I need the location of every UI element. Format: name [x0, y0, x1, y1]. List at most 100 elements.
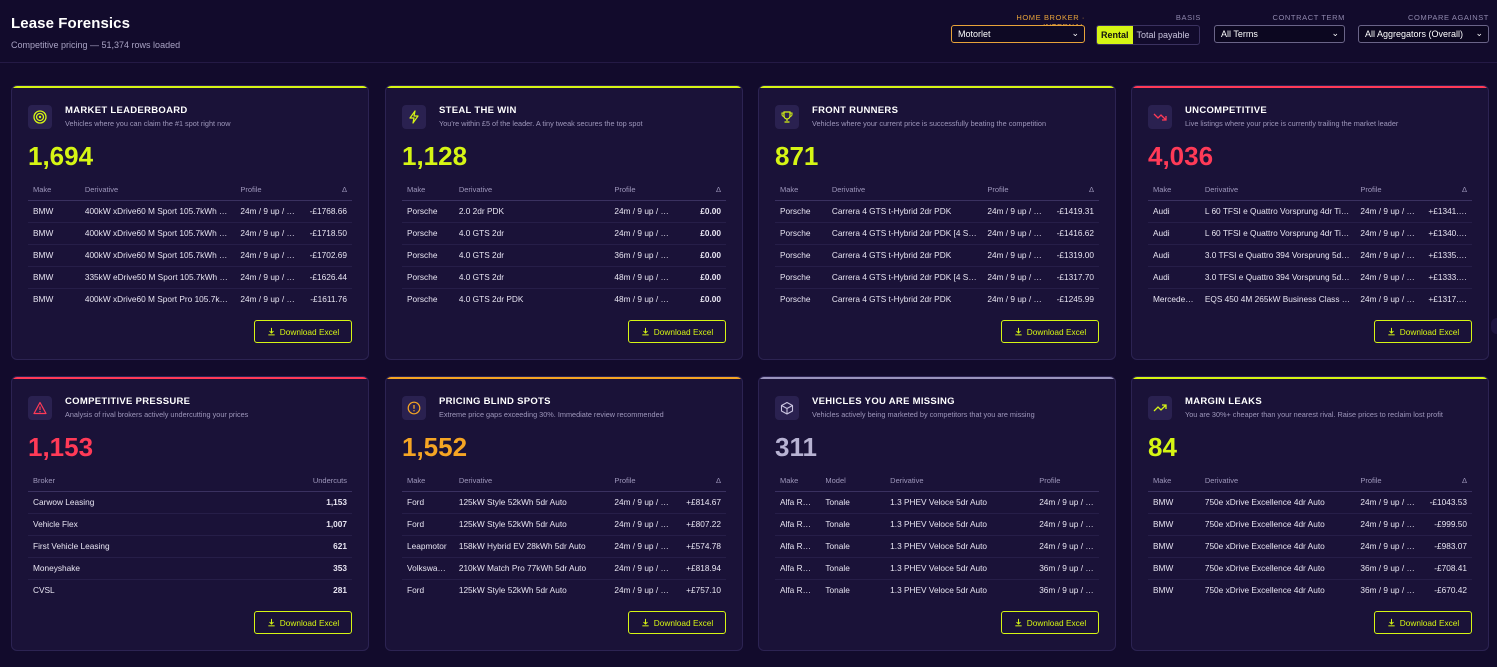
table-cell: £0.00: [677, 266, 726, 289]
table-row[interactable]: Audi L 60 TFSI e Quattro Vorsprung 4dr Ti…: [1148, 222, 1472, 245]
table-row[interactable]: Ford 125kW Style 52kWh 5dr Auto 24m / 9 up…: [402, 513, 726, 536]
download-excel-button[interactable]: Download Excel: [254, 320, 352, 343]
home-broker-select[interactable]: Motorlet ⌄: [951, 25, 1085, 43]
page-title: Lease Forensics: [11, 15, 131, 32]
table-cell: 24m / 9 up / 5000: [609, 557, 678, 580]
table-row[interactable]: BMW 400kW xDrive60 M Sport 105.7kWh 5dr A…: [28, 222, 352, 245]
table-row[interactable]: Porsche Carrera 4 GTS t-Hybrid 2dr PDK [4…: [775, 266, 1099, 289]
table-cell: 24m / 9 up / 8000: [982, 266, 1051, 289]
table-row[interactable]: Ford 125kW Style 52kWh 5dr Auto 24m / 9 up…: [402, 491, 726, 514]
table-cell: BMW: [1148, 535, 1200, 558]
card-table: Make Derivative Profile Δ BMW 750e xDrive Exc…: [1148, 471, 1472, 601]
table-cell: 36m / 9 up / 5000: [609, 244, 678, 267]
basis-option-total-payable[interactable]: Total payable: [1133, 26, 1194, 44]
column-header: Derivative: [453, 471, 610, 492]
table-row[interactable]: Audi 3.0 TFSI e Quattro 394 Vorsprung 5dr…: [1148, 266, 1472, 289]
download-button-label: Download Excel: [1026, 617, 1087, 628]
compare-against-value: All Aggregators (Overall): [1365, 29, 1464, 39]
table-cell: Porsche: [402, 244, 454, 267]
table-row[interactable]: Ford 125kW Style 52kWh 5dr Auto 24m / 9 up…: [402, 579, 726, 601]
table-cell: 24m / 9 up / 5000: [982, 222, 1051, 245]
download-excel-button[interactable]: Download Excel: [628, 611, 726, 634]
table-row[interactable]: BMW 335kW eDrive50 M Sport 105.7kWh 5dr A…: [28, 266, 352, 289]
compare-against-select[interactable]: All Aggregators (Overall) ⌄: [1358, 25, 1489, 43]
table-cell: 24m / 9 up / 8000: [1355, 222, 1424, 245]
table-row[interactable]: Audi L 60 TFSI e Quattro Vorsprung 4dr Ti…: [1148, 200, 1472, 223]
table-cell: Audi: [1148, 200, 1200, 223]
table-row[interactable]: Alfa Romeo Tonale 1.3 PHEV Veloce 5dr Auto…: [775, 491, 1099, 514]
table-row[interactable]: Alfa Romeo Tonale 1.3 PHEV Veloce 5dr Auto…: [775, 513, 1099, 536]
download-excel-button[interactable]: Download Excel: [254, 611, 352, 634]
download-excel-button[interactable]: Download Excel: [628, 320, 726, 343]
table-row[interactable]: Mercedes-Benz EQS 450 4M 265kW Business C…: [1148, 288, 1472, 310]
table-cell: 24m / 9 up / 8000: [1034, 513, 1099, 536]
table-cell: +£807.22: [677, 513, 726, 536]
card-count: 4,036: [1148, 141, 1214, 171]
table-row[interactable]: Porsche Carrera 4 GTS t-Hybrid 2dr PDK 24m…: [775, 288, 1099, 310]
card-title: VEHICLES YOU ARE MISSING: [812, 396, 955, 407]
column-header: Derivative: [79, 180, 236, 201]
card-accent-bar: [386, 86, 742, 88]
basis-option-rental[interactable]: Rental: [1097, 26, 1133, 44]
download-excel-button[interactable]: Download Excel: [1374, 320, 1472, 343]
card-title: MARKET LEADERBOARD: [65, 105, 188, 116]
table-row[interactable]: BMW 400kW xDrive60 M Sport 105.7kWh 5dr A…: [28, 200, 352, 223]
table-row[interactable]: Porsche Carrera 4 GTS t-Hybrid 2dr PDK 24m…: [775, 200, 1099, 223]
download-excel-button[interactable]: Download Excel: [1374, 611, 1472, 634]
table-row[interactable]: Alfa Romeo Tonale 1.3 PHEV Veloce 5dr Auto…: [775, 579, 1099, 601]
table-row[interactable]: First Vehicle Leasing 621: [28, 535, 352, 558]
table-row[interactable]: Moneyshake 353: [28, 557, 352, 580]
table-row[interactable]: Porsche 4.0 GTS 2dr 36m / 9 up / 5000 £0.00: [402, 244, 726, 267]
table-cell: -£1611.76: [310, 294, 347, 305]
card-market-leaderboard: MARKET LEADERBOARD Vehicles where you can…: [11, 85, 369, 360]
download-button-label: Download Excel: [1026, 326, 1087, 337]
table-cell: Alfa Romeo: [775, 535, 821, 558]
card-steal-the-win: STEAL THE WIN You're within £5 of the lea…: [385, 85, 743, 360]
card-pricing-blind-spots: PRICING BLIND SPOTS Extreme price gaps ex…: [385, 376, 743, 651]
card-description: Live listings where your price is curren…: [1185, 119, 1399, 128]
table-cell: 4.0 GTS 2dr: [453, 266, 610, 289]
basis-toggle[interactable]: Rental Total payable: [1096, 25, 1200, 45]
table-row[interactable]: Porsche Carrera 4 GTS t-Hybrid 2dr PDK [4…: [775, 222, 1099, 245]
table-cell: Alfa Romeo: [780, 585, 821, 596]
table-row[interactable]: Carwow Leasing 1,153: [28, 491, 352, 514]
table-cell: £0.00: [677, 200, 726, 223]
table-row[interactable]: BMW 750e xDrive Excellence 4dr Auto 36m / …: [1148, 579, 1472, 601]
table-row[interactable]: CVSL 281: [28, 579, 352, 601]
table-row[interactable]: Porsche Carrera 4 GTS t-Hybrid 2dr PDK 24m…: [775, 244, 1099, 267]
contract-term-select[interactable]: All Terms ⌄: [1214, 25, 1345, 43]
table-row[interactable]: BMW 750e xDrive Excellence 4dr Auto 24m / …: [1148, 513, 1472, 536]
table-cell: 24m / 9 up / 8000: [235, 222, 304, 245]
side-panel-handle[interactable]: [1491, 318, 1497, 334]
table-row[interactable]: Porsche 4.0 GTS 2dr 48m / 9 up / 5000 £0.00: [402, 266, 726, 289]
card-uncompetitive: UNCOMPETITIVE Live listings where your pr…: [1131, 85, 1489, 360]
table-row[interactable]: BMW 400kW xDrive60 M Sport 105.7kWh 5dr A…: [28, 244, 352, 267]
table-cell: Carrera 4 GTS t-Hybrid 2dr PDK [4 Seat]: [826, 222, 983, 245]
table-row[interactable]: BMW 750e xDrive Excellence 4dr Auto 36m / …: [1148, 557, 1472, 580]
table-cell: 400kW xDrive60 M Sport 105.7kWh 5dr Auto: [79, 222, 236, 245]
table-row[interactable]: Alfa Romeo Tonale 1.3 PHEV Veloce 5dr Auto…: [775, 557, 1099, 580]
table-cell: Leapmotor: [402, 535, 454, 558]
table-cell: BMW: [28, 200, 80, 223]
table-row[interactable]: Porsche 4.0 GTS 2dr PDK 48m / 9 up / 5000 £…: [402, 288, 726, 310]
table-cell: Ford: [402, 491, 454, 514]
table-cell: 125kW Style 52kWh 5dr Auto: [458, 585, 567, 596]
alert-circle-icon: [402, 396, 426, 420]
card-title: MARGIN LEAKS: [1185, 396, 1262, 407]
download-excel-button[interactable]: Download Excel: [1001, 611, 1099, 634]
card-description: Vehicles where you can claim the #1 spot…: [65, 119, 231, 128]
table-row[interactable]: Leapmotor 158kW Hybrid EV 28kWh 5dr Auto 2…: [402, 535, 726, 558]
column-header: Derivative: [1199, 471, 1356, 492]
table-row[interactable]: Porsche 4.0 GTS 2dr 24m / 9 up / 5000 £0.00: [402, 222, 726, 245]
table-row[interactable]: BMW 400kW xDrive60 M Sport Pro 105.7kWh 5…: [28, 288, 352, 310]
table-row[interactable]: Vehicle Flex 1,007: [28, 513, 352, 536]
table-row[interactable]: Alfa Romeo Tonale 1.3 PHEV Veloce 5dr Auto…: [775, 535, 1099, 558]
table-row[interactable]: BMW 750e xDrive Excellence 4dr Auto 24m / …: [1148, 535, 1472, 558]
table-cell: EQS 450 4M 265kW Business Class 108kWh 5…: [1204, 294, 1356, 305]
table-row[interactable]: BMW 750e xDrive Excellence 4dr Auto 24m / …: [1148, 491, 1472, 514]
table-row[interactable]: Volkswagen 210kW Match Pro 77kWh 5dr Auto…: [402, 557, 726, 580]
column-header: Δ: [677, 471, 726, 492]
table-row[interactable]: Audi 3.0 TFSI e Quattro 394 Vorsprung 5dr…: [1148, 244, 1472, 267]
download-excel-button[interactable]: Download Excel: [1001, 320, 1099, 343]
table-row[interactable]: Porsche 2.0 2dr PDK 24m / 9 up / 5000 £0.00: [402, 200, 726, 223]
